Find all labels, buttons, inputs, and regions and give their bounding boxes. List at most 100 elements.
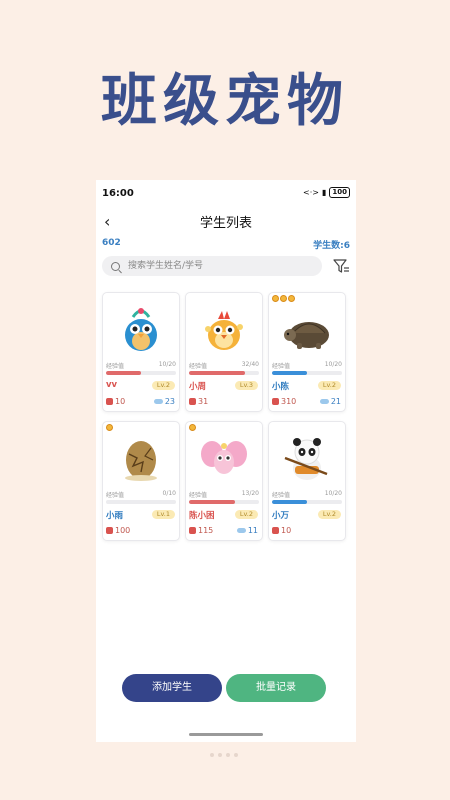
student-card[interactable]: 经验值 10/20 小万 Lv.2 10 xyxy=(268,421,346,541)
coin-icon xyxy=(189,527,196,534)
student-card[interactable]: 经验值 10/20 小陈 Lv.2 310 21 xyxy=(268,292,346,412)
student-card[interactable]: 经验值 32/40 小周 Lv.3 31 xyxy=(185,292,263,412)
exp-bar xyxy=(106,371,176,375)
pet-avatar xyxy=(125,308,157,351)
exp-label: 经验值 xyxy=(272,492,291,499)
medal-icon xyxy=(189,424,196,431)
exp-bar xyxy=(189,371,259,375)
exp-label: 经验值 xyxy=(106,492,125,499)
coin-count: 100 xyxy=(106,526,130,535)
exp-value: 10/20 xyxy=(324,490,342,497)
status-icons: <·> ▮ 100 xyxy=(303,187,350,198)
coin-count: 31 xyxy=(189,397,208,406)
student-name: 陈小困 xyxy=(189,511,215,521)
level-badge: Lv.2 xyxy=(317,510,341,519)
pet-avatar xyxy=(125,441,157,481)
nav-bar: ‹ 学生列表 xyxy=(96,208,356,234)
exp-value: 10/20 xyxy=(158,361,176,368)
exp-bar-fill xyxy=(272,500,307,504)
student-name: 小雨 xyxy=(106,511,124,521)
pet-avatar xyxy=(284,322,329,349)
student-name: 小周 xyxy=(189,382,207,392)
level-badge: Lv.1 xyxy=(151,510,175,519)
coin-icon xyxy=(272,398,279,405)
coin-icon xyxy=(189,398,196,405)
page-dot xyxy=(218,753,222,757)
exp-bar xyxy=(272,371,342,375)
status-bar: 16:00 <·> ▮ 100 xyxy=(96,180,356,208)
page-dot xyxy=(234,753,238,757)
student-count: 学生数:6 xyxy=(313,241,350,251)
exp-label: 经验值 xyxy=(272,363,291,370)
fish-icon xyxy=(236,528,246,533)
fish-value: 11 xyxy=(247,526,258,535)
student-card[interactable]: 经验值 10/20 vv Lv.2 10 23 xyxy=(102,292,180,412)
fish-value: 23 xyxy=(164,397,175,406)
coin-count: 10 xyxy=(272,526,291,535)
batch-record-button[interactable]: 批量记录 xyxy=(226,674,326,702)
coin-value: 115 xyxy=(198,526,214,535)
coin-count: 115 xyxy=(189,526,213,535)
coin-value: 10 xyxy=(115,397,126,406)
exp-bar xyxy=(106,500,176,504)
battery-icon: 100 xyxy=(329,187,350,198)
search-bar[interactable] xyxy=(102,256,322,276)
level-badge: Lv.2 xyxy=(151,381,175,390)
fish-count: 21 xyxy=(319,397,341,406)
home-indicator[interactable] xyxy=(189,733,263,736)
exp-value: 32/40 xyxy=(241,361,259,368)
fish-value: 21 xyxy=(330,397,341,406)
exp-value: 13/20 xyxy=(241,490,259,497)
student-card[interactable]: 经验值 13/20 陈小困 Lv.2 115 11 xyxy=(185,421,263,541)
exp-bar-fill xyxy=(189,371,245,375)
exp-bar-fill xyxy=(189,500,235,504)
exp-value: 10/20 xyxy=(324,361,342,368)
medal-icon xyxy=(272,295,279,302)
level-badge: Lv.2 xyxy=(234,510,258,519)
coin-value: 10 xyxy=(281,526,292,535)
level-badge: Lv.3 xyxy=(234,381,258,390)
coin-value: 31 xyxy=(198,397,209,406)
nfc-icon: <·> xyxy=(303,188,319,197)
fish-icon xyxy=(319,399,329,404)
student-name: 小陈 xyxy=(272,382,290,392)
exp-bar xyxy=(189,500,259,504)
fish-icon xyxy=(153,399,163,404)
level-badge: Lv.2 xyxy=(317,381,341,390)
fish-count: 11 xyxy=(236,526,258,535)
coin-count: 310 xyxy=(272,397,296,406)
filter-icon[interactable] xyxy=(332,256,350,276)
coin-count: 10 xyxy=(106,397,125,406)
pet-avatar xyxy=(205,311,243,350)
coin-icon xyxy=(106,398,113,405)
medal-row xyxy=(106,424,113,431)
coin-icon xyxy=(106,527,113,534)
phone-screen: 16:00 <·> ▮ 100 ‹ 学生列表 602 学生数:6 经验值 10/2… xyxy=(96,180,356,742)
status-time: 16:00 xyxy=(102,188,134,199)
fish-count: 23 xyxy=(153,397,175,406)
coin-icon xyxy=(272,527,279,534)
coin-value: 100 xyxy=(115,526,131,535)
class-code: 602 xyxy=(102,238,121,248)
pet-avatar xyxy=(201,441,247,474)
exp-label: 经验值 xyxy=(106,363,125,370)
student-name: vv xyxy=(106,380,118,390)
page-dot xyxy=(226,753,230,757)
exp-bar xyxy=(272,500,342,504)
sim-icon: ▮ xyxy=(321,188,327,197)
student-card[interactable]: 经验值 0/10 小雨 Lv.1 100 xyxy=(102,421,180,541)
exp-value: 0/10 xyxy=(162,490,176,497)
exp-label: 经验值 xyxy=(189,492,208,499)
promo-title: 班级宠物 xyxy=(101,69,349,134)
medal-icon xyxy=(106,424,113,431)
add-student-button[interactable]: 添加学生 xyxy=(122,674,222,702)
page-indicator xyxy=(210,753,238,757)
search-input[interactable] xyxy=(126,260,310,272)
page-title: 学生列表 xyxy=(199,216,252,231)
page-dot xyxy=(210,753,214,757)
medal-row xyxy=(189,424,196,431)
student-name: 小万 xyxy=(272,511,290,521)
search-icon xyxy=(111,261,120,271)
exp-bar-fill xyxy=(106,371,141,375)
exp-bar-fill xyxy=(272,371,307,375)
